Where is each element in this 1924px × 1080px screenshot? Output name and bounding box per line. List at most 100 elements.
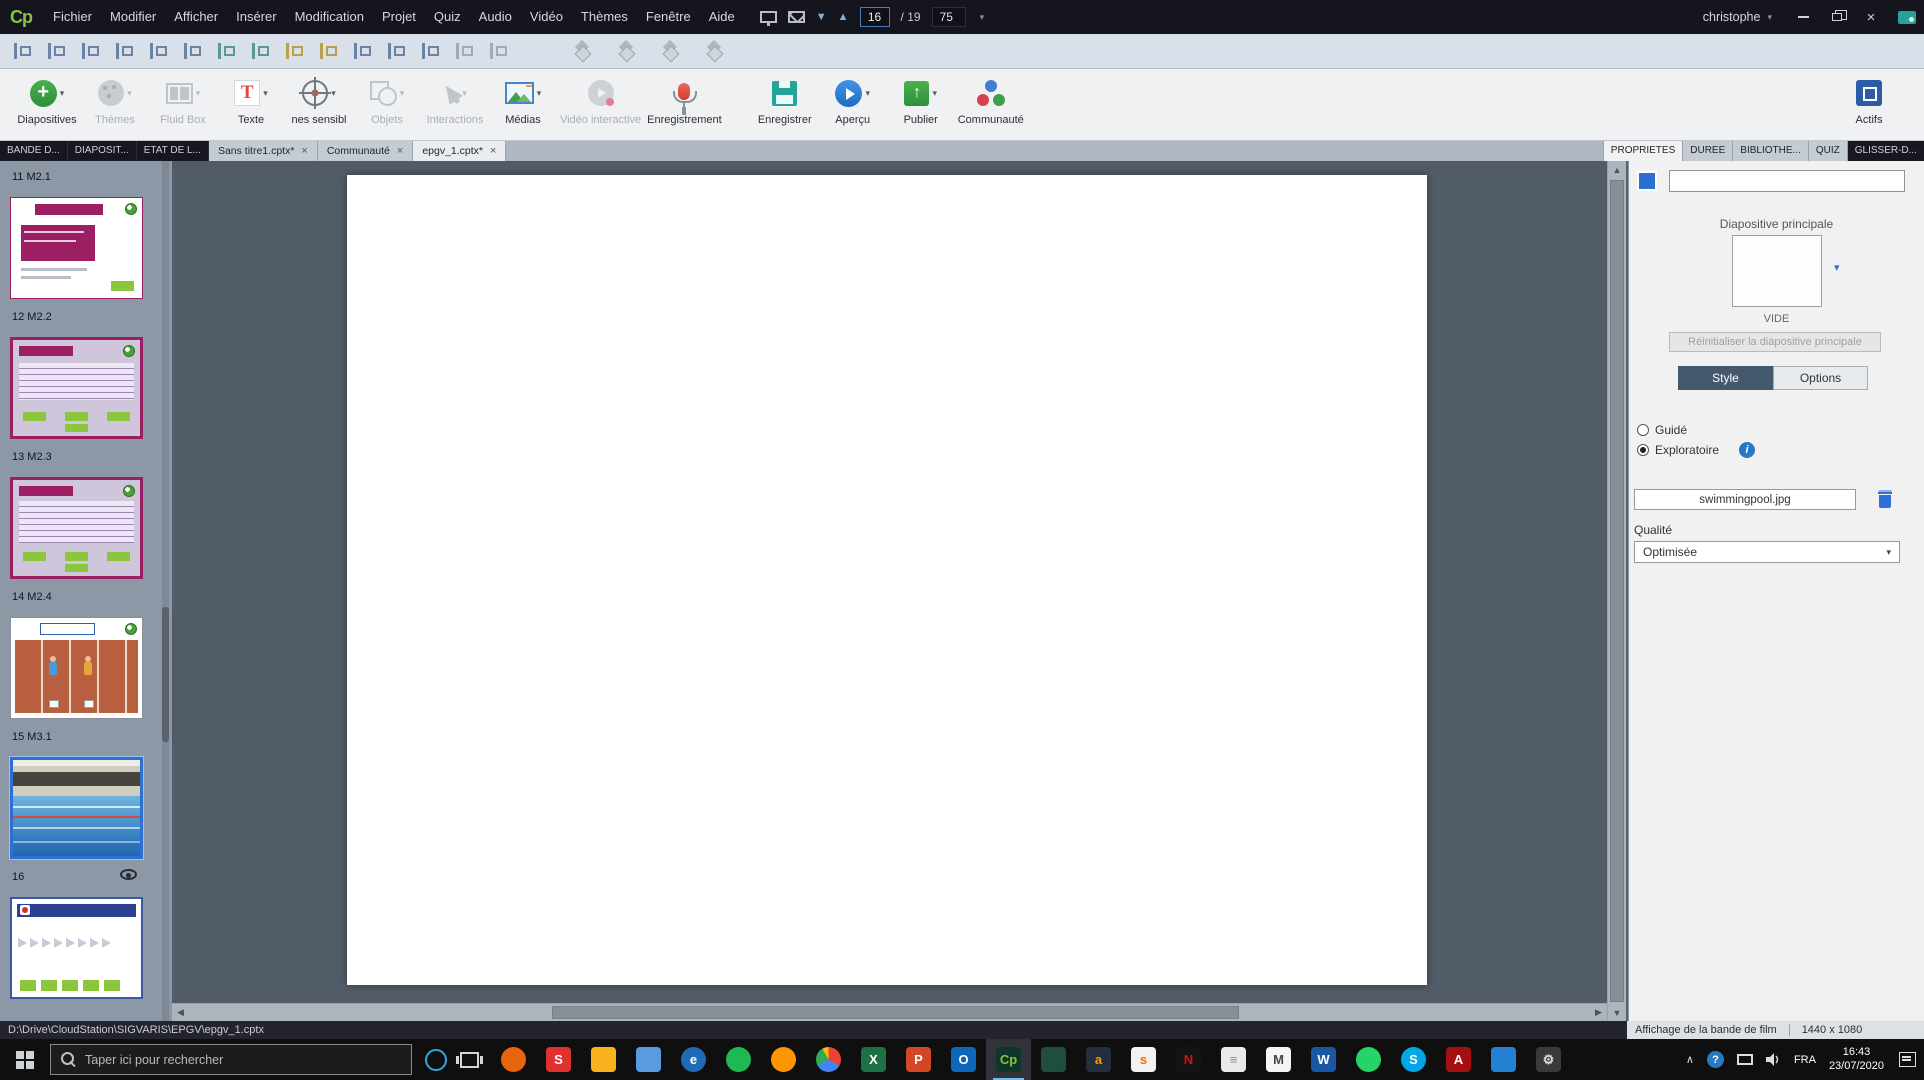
tab-options[interactable]: Options	[1773, 366, 1868, 390]
tool-themes[interactable]: ▾ Thèmes	[84, 76, 146, 126]
menu-item[interactable]: Insérer	[227, 0, 285, 34]
slide-thumbnail-15[interactable]	[10, 617, 143, 719]
cortana-icon[interactable]	[425, 1049, 447, 1071]
align-icon[interactable]	[386, 41, 406, 61]
align-icon[interactable]	[352, 41, 372, 61]
taskbar-app-icon[interactable]	[581, 1039, 626, 1080]
taskbar-app-icon[interactable]: O	[941, 1039, 986, 1080]
user-menu[interactable]: christophe▾	[1703, 10, 1772, 24]
preview-screen-icon[interactable]	[760, 11, 777, 23]
slide-thumbnail-12[interactable]	[10, 197, 143, 299]
tool-publier[interactable]: ↑▾ Publier	[890, 76, 952, 126]
align-icon[interactable]	[114, 41, 134, 61]
taskbar-app-icon[interactable]	[491, 1039, 536, 1080]
slide-thumbnail-17[interactable]	[10, 897, 143, 999]
display-tray-icon[interactable]	[1737, 1054, 1753, 1065]
document-tab[interactable]: Communauté×	[318, 141, 413, 161]
volume-icon[interactable]	[1766, 1053, 1781, 1066]
taskbar-app-icon[interactable]: ≡	[1211, 1039, 1256, 1080]
menu-item[interactable]: Thèmes	[572, 0, 637, 34]
help-icon[interactable]: ?	[1707, 1051, 1724, 1068]
slide-thumbnail-14[interactable]	[10, 477, 143, 579]
taskbar-app-icon[interactable]: A	[1436, 1039, 1481, 1080]
quality-select[interactable]: Optimisée ▾	[1634, 541, 1900, 563]
tool-diapositives[interactable]: +▾ Diapositives	[16, 76, 78, 126]
taskbar-app-icon[interactable]: S	[536, 1039, 581, 1080]
panel-tab-proprietes[interactable]: PROPRIETES	[1603, 141, 1682, 161]
align-icon[interactable]	[46, 41, 66, 61]
tray-chevron-icon[interactable]: ∧	[1686, 1053, 1694, 1066]
zoom-select[interactable]: 75	[932, 7, 966, 27]
tool-medias[interactable]: ▾ Médias	[492, 76, 554, 126]
mail-icon[interactable]	[788, 11, 805, 23]
vertical-scrollbar-thumb[interactable]	[1610, 180, 1624, 1002]
taskbar-app-icon[interactable]	[761, 1039, 806, 1080]
bring-to-front-icon[interactable]	[572, 40, 594, 62]
align-icon[interactable]	[182, 41, 202, 61]
scroll-up-icon[interactable]: ▲	[1608, 161, 1626, 178]
filmstrip-scrollbar[interactable]	[162, 161, 169, 1021]
taskbar-app-icon[interactable]: s	[1121, 1039, 1166, 1080]
panel-tab-bibliotheque[interactable]: BIBLIOTHE...	[1732, 141, 1808, 161]
hidden-slide-eye-icon[interactable]	[120, 869, 137, 880]
document-tab-active[interactable]: epgv_1.cptx*×	[413, 141, 506, 161]
radio-guided[interactable]	[1637, 424, 1649, 436]
panel-tab-duree[interactable]: DUREE	[1682, 141, 1732, 161]
taskbar-app-icon[interactable]: a	[1076, 1039, 1121, 1080]
next-slide-icon[interactable]: ▲	[838, 11, 849, 23]
align-icon[interactable]	[148, 41, 168, 61]
tab-style[interactable]: Style	[1678, 366, 1773, 390]
taskbar-app-icon[interactable]: M	[1256, 1039, 1301, 1080]
taskbar-app-icon[interactable]	[626, 1039, 671, 1080]
tool-fluid-box[interactable]: ▾ Fluid Box	[152, 76, 214, 126]
minimize-button[interactable]	[1786, 0, 1820, 34]
image-filename-field[interactable]: swimmingpool.jpg	[1634, 489, 1856, 510]
tool-apercu[interactable]: ▾ Aperçu	[822, 76, 884, 126]
taskbar-app-icon[interactable]: e	[671, 1039, 716, 1080]
search-input[interactable]	[85, 1053, 401, 1067]
tool-texte[interactable]: T▾ Texte	[220, 76, 282, 126]
filmstrip-scrollbar-thumb[interactable]	[162, 607, 169, 742]
slide-name-input[interactable]	[1669, 170, 1905, 192]
previous-slide-icon[interactable]: ▼	[816, 11, 827, 23]
task-view-icon[interactable]	[460, 1052, 479, 1068]
taskbar-app-icon[interactable]: P	[896, 1039, 941, 1080]
slide-thumbnail-13[interactable]	[10, 337, 143, 439]
panel-tab-etat[interactable]: ETAT DE L...	[137, 141, 209, 161]
taskbar-app-icon[interactable]: X	[851, 1039, 896, 1080]
taskbar-app-icon[interactable]	[806, 1039, 851, 1080]
taskbar-app-icon[interactable]: S	[1391, 1039, 1436, 1080]
align-icon[interactable]	[420, 41, 440, 61]
tool-enregistrement[interactable]: Enregistrement	[647, 76, 722, 126]
menu-item[interactable]: Modifier	[101, 0, 165, 34]
menu-item[interactable]: Audio	[470, 0, 521, 34]
tool-communaute[interactable]: Communauté	[958, 76, 1024, 126]
menu-item[interactable]: Fichier	[44, 0, 101, 34]
taskbar-search[interactable]	[50, 1044, 412, 1075]
language-indicator[interactable]: FRA	[1794, 1054, 1816, 1066]
close-tab-icon[interactable]: ×	[301, 145, 307, 157]
menu-item[interactable]: Fenêtre	[637, 0, 700, 34]
send-to-back-icon[interactable]	[704, 40, 726, 62]
tool-video-interactive[interactable]: Vidéo interactive	[560, 76, 641, 126]
info-icon[interactable]: i	[1739, 442, 1755, 458]
tool-zones-sensibles[interactable]: ▾ nes sensibl	[288, 76, 350, 126]
send-backward-icon[interactable]	[660, 40, 682, 62]
bring-forward-icon[interactable]	[616, 40, 638, 62]
taskbar-app-icon[interactable]: W	[1301, 1039, 1346, 1080]
align-icon[interactable]	[318, 41, 338, 61]
close-tab-icon[interactable]: ×	[490, 145, 496, 157]
reset-master-button[interactable]: Réinitialiser la diapositive principale	[1669, 332, 1881, 352]
tool-actifs[interactable]: Actifs	[1838, 76, 1900, 126]
align-icon[interactable]	[488, 41, 508, 61]
close-tab-icon[interactable]: ×	[397, 145, 403, 157]
menu-item[interactable]: Aide	[700, 0, 744, 34]
tool-interactions[interactable]: ▾ Interactions	[424, 76, 486, 126]
menu-item[interactable]: Projet	[373, 0, 425, 34]
tool-objets[interactable]: ▾ Objets	[356, 76, 418, 126]
horizontal-scrollbar[interactable]: ◀ ▶	[172, 1003, 1607, 1021]
slide-number-input[interactable]	[860, 7, 890, 27]
close-button[interactable]: ×	[1854, 0, 1888, 34]
clock[interactable]: 16:43 23/07/2020	[1829, 1046, 1884, 1073]
menu-item[interactable]: Afficher	[165, 0, 227, 34]
